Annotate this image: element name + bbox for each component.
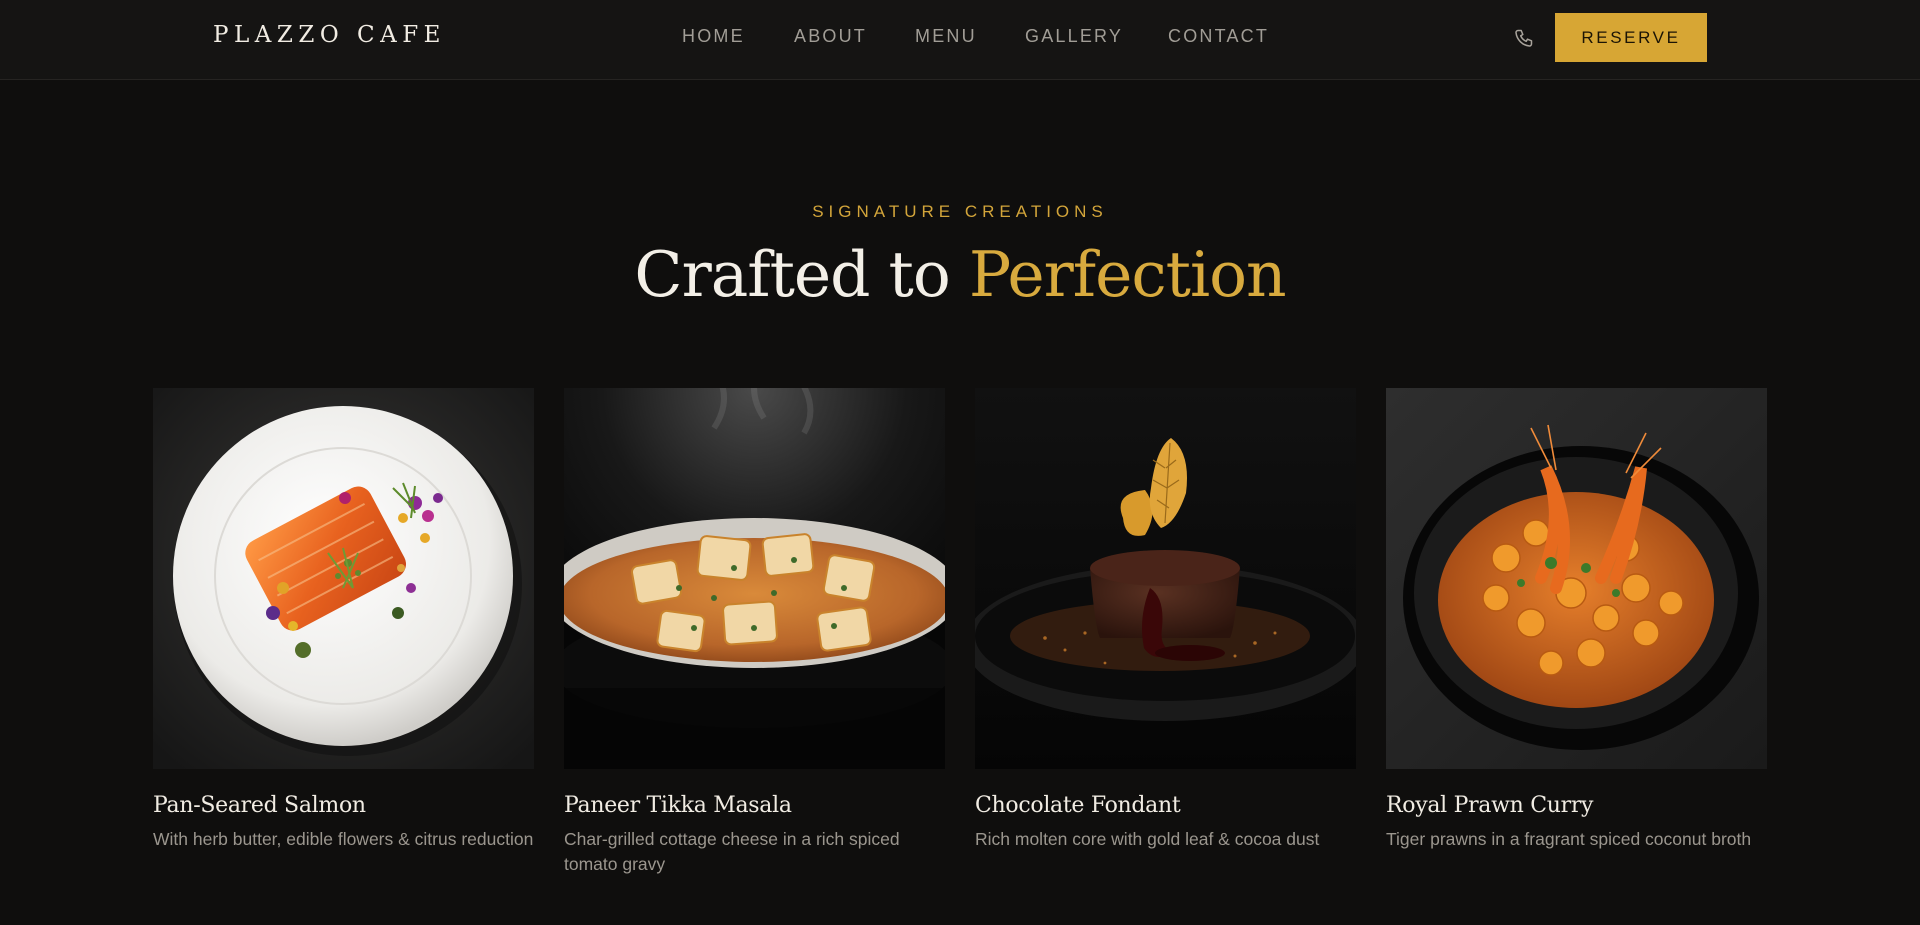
dish-description: Char-grilled cottage cheese in a rich sp…: [564, 829, 900, 874]
paneer-photo: [564, 388, 945, 769]
nav-item-about[interactable]: ABOUT: [794, 26, 867, 47]
dish-description: Rich molten core with gold leaf & cocoa …: [975, 829, 1320, 849]
prawn-photo: [1386, 388, 1767, 769]
reserve-button[interactable]: RESERVE: [1555, 13, 1707, 62]
brand-logo[interactable]: PLAZZO CAFE: [213, 22, 446, 48]
section-eyebrow: SIGNATURE CREATIONS: [812, 202, 1108, 221]
site-header: PLAZZO CAFE HOME ABOUT MENU GALLERY CONT…: [0, 0, 1920, 80]
dish-card-paneer[interactable]: Paneer Tikka Masala Char-grilled cottage…: [564, 388, 945, 877]
dish-name: Royal Prawn Curry: [1386, 793, 1594, 818]
salmon-photo: [153, 388, 534, 769]
dish-description: With herb butter, edible flowers & citru…: [153, 829, 534, 849]
dish-card-salmon[interactable]: Pan-Seared Salmon With herb butter, edib…: [153, 388, 534, 852]
dish-name: Paneer Tikka Masala: [564, 793, 792, 818]
phone-icon[interactable]: [1513, 27, 1537, 51]
nav-item-contact[interactable]: CONTACT: [1168, 26, 1269, 47]
chocolate-photo: [975, 388, 1356, 769]
nav-item-gallery[interactable]: GALLERY: [1025, 26, 1123, 47]
nav-item-menu[interactable]: MENU: [915, 26, 977, 47]
dish-description: Tiger prawns in a fragrant spiced coconu…: [1386, 829, 1752, 849]
dish-card-chocolate[interactable]: Chocolate Fondant Rich molten core with …: [975, 388, 1356, 852]
section-title: Crafted to Perfection: [0, 238, 1920, 311]
nav-item-home[interactable]: HOME: [682, 26, 745, 47]
dish-name: Chocolate Fondant: [975, 793, 1181, 818]
title-prefix: Crafted to: [634, 238, 969, 311]
title-accent: Perfection: [968, 238, 1287, 311]
dish-card-prawn[interactable]: Royal Prawn Curry Tiger prawns in a frag…: [1386, 388, 1767, 852]
dish-name: Pan-Seared Salmon: [153, 793, 366, 818]
